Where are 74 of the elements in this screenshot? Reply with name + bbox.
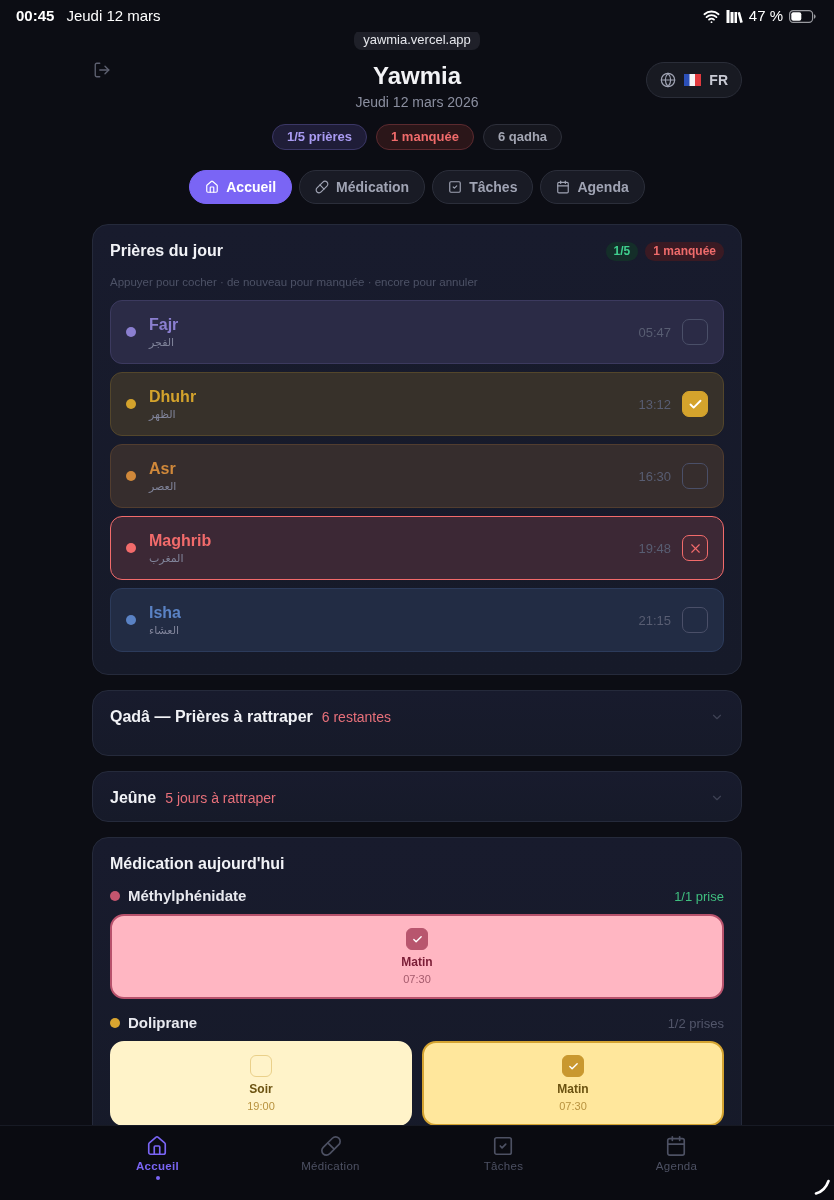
globe-icon	[660, 72, 677, 88]
medication-name: Doliprane	[128, 1013, 198, 1033]
home-icon	[146, 1135, 169, 1157]
arabic-name: العشاء	[149, 622, 180, 638]
header-date: Jeudi 12 mars 2026	[355, 93, 479, 111]
app-title: Yawmia	[372, 62, 462, 90]
prayer-name: Asr	[149, 458, 176, 479]
card-title: Jeûne	[110, 788, 157, 808]
pill-icon	[319, 1135, 342, 1157]
url-bar[interactable]: yawmia.vercel.app	[354, 32, 480, 50]
status-time: 00:45	[16, 7, 55, 25]
summary-badge: 1 manquée	[376, 124, 474, 150]
card-title: Prières du jour	[110, 241, 223, 261]
logout-icon	[93, 61, 111, 79]
nav-tab[interactable]: Médication	[299, 170, 426, 204]
dose-label: Soir	[249, 1081, 273, 1097]
battery-icon	[789, 9, 816, 23]
nav-tab[interactable]: Accueil	[189, 170, 293, 204]
dose-tile[interactable]: Matin 07:30	[110, 914, 724, 999]
dose-time: 19:00	[247, 1099, 275, 1113]
arabic-name: الفجر	[149, 334, 175, 350]
arabic-name: الظهر	[149, 406, 176, 422]
prayer-time: 19:48	[638, 540, 671, 556]
prayer-time: 16:30	[638, 468, 671, 484]
prayer-name: Maghrib	[149, 530, 212, 551]
dose-progress: 1/2 prises	[667, 1015, 724, 1031]
prayer-checkbox[interactable]	[682, 535, 708, 561]
dose-time: 07:30	[559, 1099, 587, 1113]
checkbox-icon	[448, 180, 463, 194]
dose-label: Matin	[557, 1081, 589, 1097]
collapsible-card[interactable]: Jeûne 5 jours à rattraper	[92, 771, 742, 822]
prayer-checkbox[interactable]	[682, 463, 708, 489]
remaining-count: 5 jours à rattraper	[165, 789, 276, 808]
dose-time: 07:30	[403, 972, 431, 986]
checkbox-icon	[492, 1135, 515, 1157]
logout-button[interactable]	[92, 60, 112, 80]
prayer-checkbox[interactable]	[682, 607, 708, 633]
pill-icon	[315, 180, 330, 194]
status-date: Jeudi 12 mars	[66, 7, 161, 25]
active-dot-icon	[155, 1176, 160, 1180]
dose-progress: 1/1 prise	[674, 888, 724, 904]
collapsible-card[interactable]: Qadâ — Prières à rattraper 6 restantes	[92, 690, 742, 756]
bottom-nav-item[interactable]: Accueil	[136, 1126, 179, 1172]
dose-tile[interactable]: Soir 19:00	[110, 1041, 412, 1125]
prayer-time: 13:12	[638, 396, 671, 412]
summary-badge: 6 qadha	[482, 124, 563, 150]
check-icon	[411, 933, 423, 945]
remaining-count: 6 restantes	[321, 708, 392, 727]
dose-tile[interactable]: Matin 07:30	[422, 1041, 724, 1125]
calendar-icon	[665, 1135, 688, 1157]
check-icon	[567, 1060, 579, 1072]
prayer-name: Dhuhr	[149, 386, 197, 407]
corner-arc-icon	[814, 1179, 830, 1195]
calendar-icon	[556, 180, 571, 194]
count-badge: 1/5	[605, 241, 639, 261]
nav-tab[interactable]: Tâches	[432, 170, 534, 204]
arabic-name: المغرب	[149, 550, 184, 566]
language-button[interactable]: FR	[646, 62, 742, 98]
medication-name: Méthylphénidate	[128, 886, 247, 906]
flag-icon	[684, 74, 702, 86]
nav-tab[interactable]: Agenda	[540, 170, 645, 204]
books-icon	[725, 9, 743, 23]
battery-percent: 47 %	[748, 7, 783, 25]
home-icon	[205, 180, 220, 194]
card-title: Médication aujourd'hui	[110, 854, 285, 874]
prayer-checkbox[interactable]	[682, 319, 708, 345]
summary-badge: 1/5 prières	[271, 124, 367, 150]
count-badge: 1 manquée	[645, 241, 724, 261]
prayer-name: Fajr	[149, 314, 179, 335]
prayer-checkbox[interactable]	[682, 391, 708, 417]
dose-label: Matin	[401, 954, 433, 970]
card-title: Qadâ — Prières à rattraper	[110, 707, 313, 727]
arabic-name: العصر	[149, 478, 177, 494]
prayer-name: Isha	[149, 602, 181, 623]
